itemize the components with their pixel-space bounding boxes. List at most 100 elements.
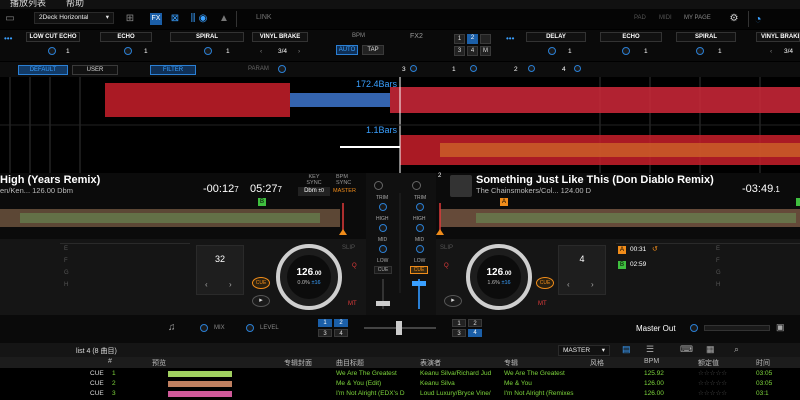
left-grid-3[interactable]: 3	[318, 329, 332, 337]
microphone-icon[interactable]: ▲	[218, 13, 230, 25]
record-toggle-icon[interactable]: ▣	[776, 322, 785, 333]
columns-icon[interactable]: ▦	[706, 344, 715, 355]
fx2-knob3[interactable]	[696, 47, 704, 55]
gear-icon[interactable]: ⚙	[728, 13, 740, 25]
deck2-hotcue-b-badge[interactable]: B	[618, 261, 626, 269]
deck1-high-knob[interactable]	[379, 224, 387, 232]
deck1-play-button[interactable]: ▸	[252, 295, 270, 307]
deck2-hotcue-f[interactable]: F	[716, 258, 720, 264]
menu-help[interactable]: 帮助	[66, 0, 84, 8]
deck2-hotcue-e[interactable]: E	[716, 246, 720, 252]
my-page-button[interactable]: MY PAGE	[684, 15, 711, 21]
left-arrow-icon[interactable]: ‹	[770, 48, 772, 55]
left-grid-2[interactable]: 2	[334, 319, 348, 327]
deck1-mid-knob[interactable]	[379, 245, 387, 253]
deck2-slip-button[interactable]: SLIP	[440, 245, 453, 251]
pad-button[interactable]: PAD	[634, 15, 646, 21]
count-knob-4[interactable]	[574, 65, 581, 72]
tab-user[interactable]: USER	[72, 65, 118, 75]
right-grid-4[interactable]: 4	[468, 329, 482, 337]
row-cue[interactable]: CUE	[90, 379, 104, 389]
col-rating[interactable]: 额定值	[698, 358, 719, 368]
sampler-icon[interactable]: ⊠	[169, 13, 181, 25]
left-grid-1[interactable]: 1	[318, 319, 332, 327]
power-icon[interactable]: ◔	[752, 13, 764, 25]
count-knob-2[interactable]	[528, 65, 535, 72]
col-artist[interactable]: 表演者	[420, 358, 441, 368]
deck2-cue-button[interactable]: CUE	[536, 277, 554, 289]
grid-icon[interactable]: ⊞	[124, 13, 136, 25]
deck2-beatjump-right-icon[interactable]: ›	[591, 280, 594, 289]
fx1-knob2[interactable]	[124, 47, 132, 55]
right-grid-2[interactable]: 2	[468, 319, 482, 327]
list-view-icon[interactable]: ▤	[622, 344, 631, 355]
col-preview[interactable]: 预览	[152, 358, 166, 368]
deck1-slip-button[interactable]: SLIP	[342, 245, 355, 251]
right-grid-1[interactable]: 1	[452, 319, 466, 327]
fx2-slot3[interactable]: SPIRAL	[676, 32, 736, 42]
col-title[interactable]: 曲目标题	[336, 358, 364, 368]
left-grid-4[interactable]: 4	[334, 329, 348, 337]
deck2-quantize-button[interactable]: Q	[444, 263, 449, 269]
row-cue[interactable]: CUE	[90, 389, 104, 399]
rating-stars-icon[interactable]: ☆☆☆☆☆	[698, 379, 727, 389]
deck1-hotcue-g[interactable]: G	[64, 270, 69, 276]
crossfader[interactable]	[396, 321, 402, 335]
fx1-slot1[interactable]: LOW CUT ECHO	[26, 32, 80, 42]
search-icon[interactable]: ⌕	[734, 344, 739, 355]
deck2-high-knob[interactable]	[416, 224, 424, 232]
fx2-grid-3[interactable]: 3	[454, 46, 465, 56]
left-arrow-icon[interactable]: ‹	[260, 48, 262, 55]
midi-button[interactable]: MIDI	[659, 15, 672, 21]
deck2-jog-wheel[interactable]: 126.00 1.6% ±16	[466, 244, 532, 310]
param-knob[interactable]	[278, 65, 286, 73]
deck1-beatjump-left-icon[interactable]: ‹	[205, 280, 208, 289]
fx1-slot3[interactable]: SPIRAL	[170, 32, 244, 42]
fx2-grid-m1[interactable]	[480, 34, 491, 44]
row-preview[interactable]	[168, 371, 232, 377]
more-dots-icon[interactable]: •••	[4, 34, 12, 43]
fx1-slot2[interactable]: ECHO	[100, 32, 152, 42]
deck1-trim-knob[interactable]	[379, 203, 387, 211]
deck1-master-button[interactable]: MASTER	[333, 188, 356, 194]
right-grid-3[interactable]: 3	[452, 329, 466, 337]
fx2-slot1[interactable]: DELAY	[526, 32, 586, 42]
fx2-knob2[interactable]	[622, 47, 630, 55]
menu-playlist[interactable]: 播放列表	[10, 0, 46, 8]
rating-stars-icon[interactable]: ☆☆☆☆☆	[698, 369, 727, 379]
fx2-grid-1[interactable]: 1	[454, 34, 465, 44]
waveform-overview[interactable]: 172.4Bars 1.1Bars	[0, 77, 800, 173]
table-row[interactable]: CUE 3 I'm Not Alright (EDX's D Loud Luxu…	[0, 389, 800, 399]
layout-dropdown[interactable]: 2Deck Horizontal ▾	[34, 12, 114, 24]
col-number[interactable]: #	[108, 358, 112, 365]
mix-knob[interactable]	[200, 324, 208, 332]
table-row[interactable]: CUE 1 We Are The Greatest Keanu Silva/Ri…	[0, 369, 800, 379]
fx2-knob1[interactable]	[548, 47, 556, 55]
fx1-brake[interactable]: VINYL BRAKE	[252, 32, 308, 42]
deck2-play-button[interactable]: ▸	[444, 295, 462, 307]
fx2-slot2[interactable]: ECHO	[600, 32, 662, 42]
col-genre[interactable]: 风格	[590, 358, 604, 368]
deck1-jog-wheel[interactable]: 126.00 0.0% ±16	[276, 244, 342, 310]
deck1-cue-button[interactable]: CUE	[252, 277, 270, 289]
fx-icon[interactable]: FX	[150, 13, 162, 25]
deck1-key-box[interactable]: Dbm ±0	[298, 187, 330, 196]
deck1-hotcue-f[interactable]: F	[64, 258, 68, 264]
deck1-mastertempo-button[interactable]: MT	[348, 301, 357, 307]
deck2-trim-knob[interactable]	[416, 203, 424, 211]
deck1-hotcue-h[interactable]: H	[64, 282, 68, 288]
tap-button[interactable]: TAP	[362, 45, 384, 55]
count-knob-1[interactable]	[470, 65, 477, 72]
rating-stars-icon[interactable]: ☆☆☆☆☆	[698, 389, 727, 399]
deck2-mastertempo-button[interactable]: MT	[538, 301, 547, 307]
master-out-knob[interactable]	[690, 324, 698, 332]
deck1-channel-fader[interactable]	[376, 301, 390, 306]
fx2-grid-m[interactable]: M	[480, 46, 491, 56]
deck2-beatjump-left-icon[interactable]: ‹	[567, 280, 570, 289]
right-arrow-icon[interactable]: ›	[298, 48, 300, 55]
deck2-channel-fader[interactable]	[412, 281, 426, 286]
deck2-hotcue-a-badge[interactable]: A	[618, 246, 626, 254]
fx1-knob3[interactable]	[204, 47, 212, 55]
deck2-mid-knob[interactable]	[416, 245, 424, 253]
deck2-hotcue-h[interactable]: H	[716, 282, 720, 288]
